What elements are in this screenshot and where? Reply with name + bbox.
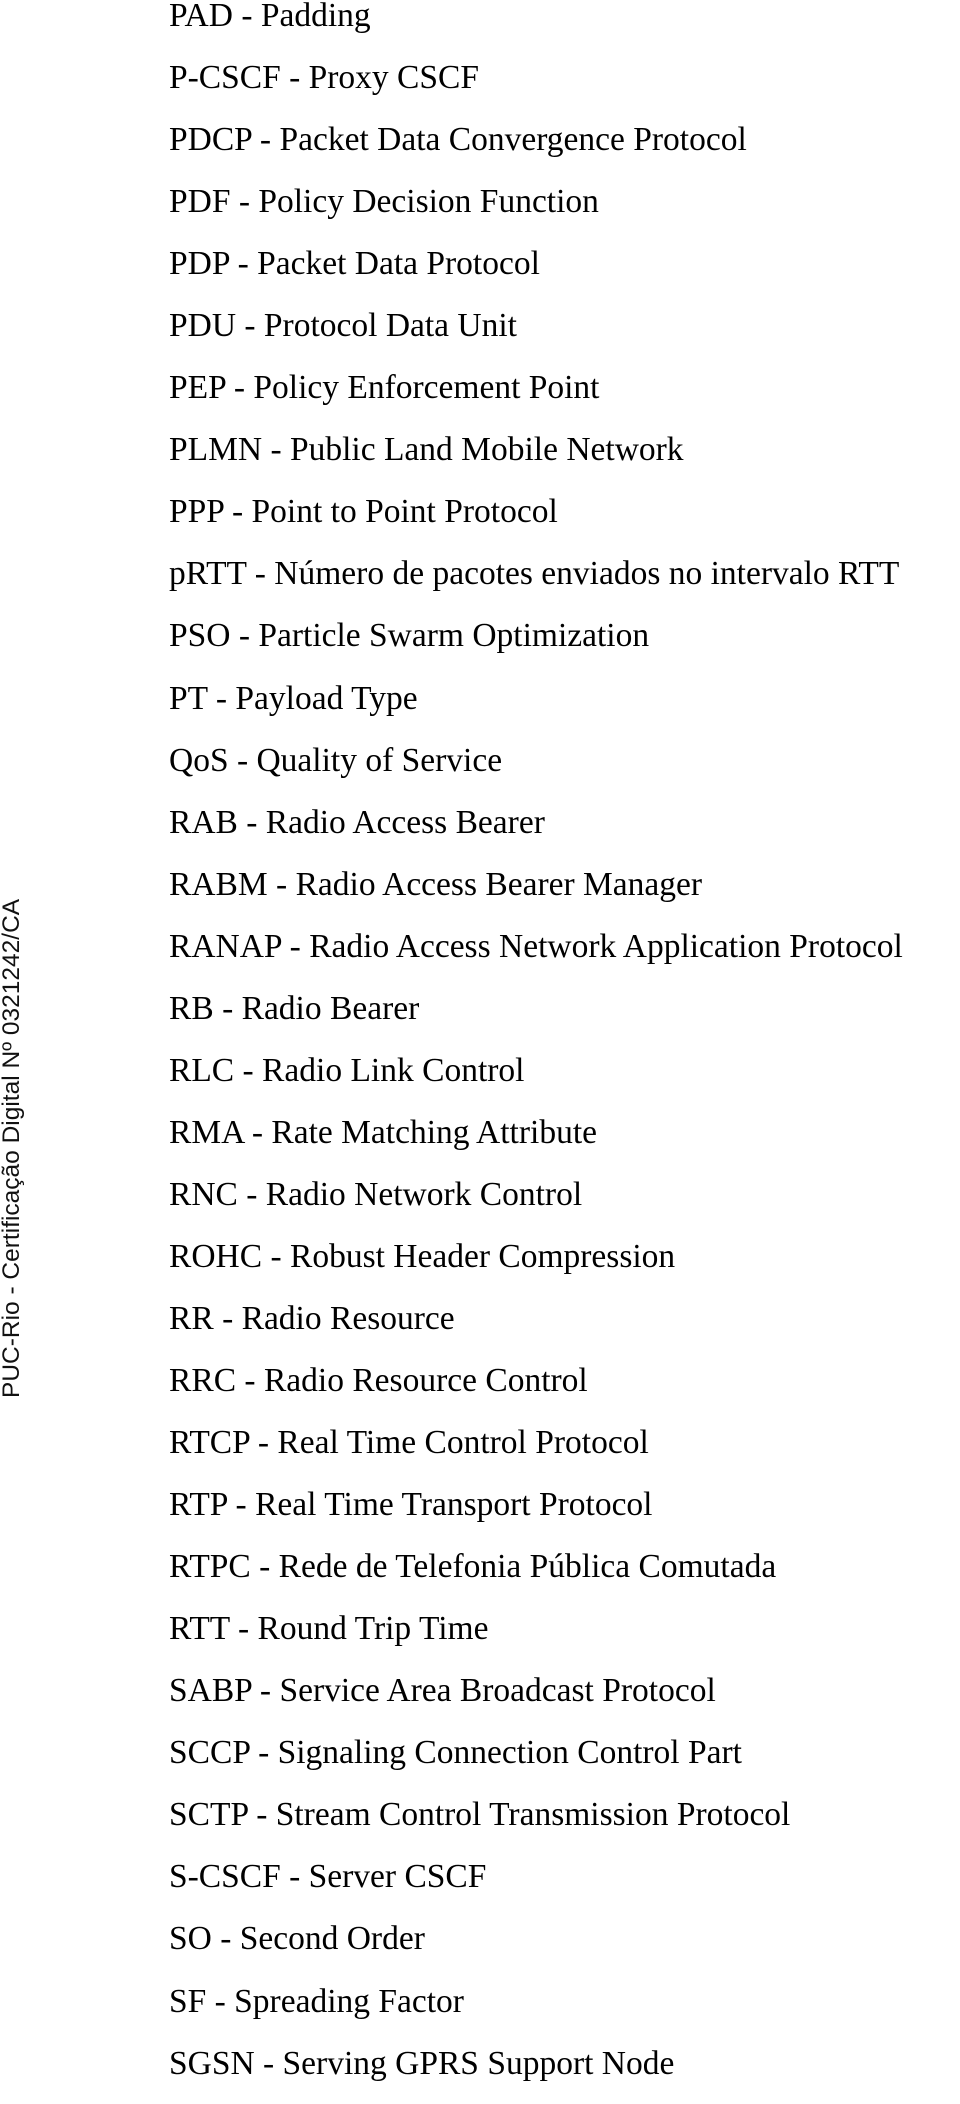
abbreviation-item: RR - Radio Resource <box>169 1299 455 1337</box>
abbreviation-item: SCTP - Stream Control Transmission Proto… <box>169 1796 791 1834</box>
abbreviation-item: RTPC - Rede de Telefonia Pública Comutad… <box>169 1548 777 1586</box>
abbreviation-item: PSO - Particle Swarm Optimization <box>169 617 650 655</box>
abbreviation-item: PPP - Point to Point Protocol <box>169 493 558 531</box>
abbreviation-item: SO - Second Order <box>169 1920 425 1958</box>
abbreviation-item: RMA - Rate Matching Attribute <box>169 1113 598 1151</box>
abbreviation-item: RNC - Radio Network Control <box>169 1175 583 1213</box>
watermark-text: PUC-Rio - Certificação Digital Nº 032124… <box>0 898 25 1398</box>
abbreviation-item: PDP - Packet Data Protocol <box>169 245 540 283</box>
abbreviation-item: PEP - Policy Enforcement Point <box>169 369 600 407</box>
abbreviation-item: RAB - Radio Access Bearer <box>169 803 545 841</box>
abbreviation-item: QoS - Quality of Service <box>169 741 503 779</box>
abbreviation-item: RRC - Radio Resource Control <box>169 1362 588 1400</box>
abbreviation-item: S-CSCF - Server CSCF <box>169 1858 487 1896</box>
abbreviation-item: SCCP - Signaling Connection Control Part <box>169 1734 742 1772</box>
abbreviation-item: SABP - Service Area Broadcast Protocol <box>169 1672 716 1710</box>
abbreviation-item: RANAP - Radio Access Network Application… <box>169 927 903 965</box>
abbreviation-item: RABM - Radio Access Bearer Manager <box>169 865 703 903</box>
abbreviation-item: RB - Radio Bearer <box>169 989 420 1027</box>
abbreviation-item: RLC - Radio Link Control <box>169 1051 525 1089</box>
abbreviation-item: SGSN - Serving GPRS Support Node <box>169 2044 675 2082</box>
abbreviation-item: SF - Spreading Factor <box>169 1982 464 2020</box>
certification-watermark: PUC-Rio - Certificação Digital Nº 032124… <box>0 0 30 2081</box>
abbreviation-list: PAD - Padding P-CSCF - Proxy CSCF PDCP -… <box>169 0 903 2104</box>
abbreviation-item: RTP - Real Time Transport Protocol <box>169 1486 653 1524</box>
abbreviation-item: PDU - Protocol Data Unit <box>169 307 517 345</box>
abbreviation-item: PAD - Padding <box>169 0 371 34</box>
abbreviation-item: RTT - Round Trip Time <box>169 1610 489 1648</box>
abbreviation-item: pRTT - Número de pacotes enviados no int… <box>169 555 900 593</box>
abbreviation-item: PDCP - Packet Data Convergence Protocol <box>169 121 747 159</box>
abbreviation-item: PT - Payload Type <box>169 679 418 717</box>
abbreviation-item: RTCP - Real Time Control Protocol <box>169 1424 649 1462</box>
abbreviation-item: PLMN - Public Land Mobile Network <box>169 431 684 469</box>
abbreviation-item: P-CSCF - Proxy CSCF <box>169 59 480 97</box>
abbreviation-item: ROHC - Robust Header Compression <box>169 1237 676 1275</box>
abbreviation-item: PDF - Policy Decision Function <box>169 183 599 221</box>
